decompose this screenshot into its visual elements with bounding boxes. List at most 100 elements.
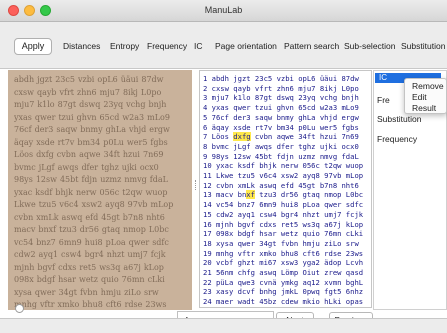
line-text: bvmc jLgf awqs dfer tghz ujki ocx0 <box>211 141 359 151</box>
window-title: ManuLab <box>204 5 243 15</box>
transcription-line[interactable]: 18 xysa qwer 34gt fvbn hmju ziLo srw <box>203 239 369 248</box>
transcription-line[interactable]: 23 xasy dcvf bnhg jmkL 0pwq fgt5 6nhz <box>203 287 369 296</box>
transcription-line[interactable]: 16 mjnh bgvf cdxs ret5 ws3q a67j kLop <box>203 220 369 229</box>
line-text: xasy dcvf bnhg jmkL 0pwq fgt5 6nhz <box>215 287 364 297</box>
line-text: mju7 k1lo 87gt dswq 23yq vchg bnjh <box>211 93 359 103</box>
line-number: 24 <box>203 297 212 307</box>
line-text: cvbn aqwe 34ft hzui 7n69 <box>250 132 359 142</box>
transcription-line[interactable]: 1 abdh jgzt 23c5 vzbi opL6 üäui 87dw <box>203 74 369 83</box>
manuscript-line: 98ys 12sw 45bt fdjn uzmz nmvg fdaL <box>14 175 168 184</box>
line-text: 98ys 12sw 45bt fdjn uzmz nmvg fdaL <box>211 151 359 161</box>
line-number: 9 <box>203 151 208 161</box>
manuscript-line: xysa qwer 34gt fvbn hmju ziLo srw <box>14 287 159 297</box>
manuscript-line: äqay xsde rt7v bm34 p0Lu wer5 fgbs <box>14 137 168 147</box>
line-number: 2 <box>203 83 208 93</box>
manuscript-line: mju7 k1lo 87gt dswq 23yq vchg bnjh <box>14 100 167 109</box>
tab-ic[interactable]: IC <box>194 41 203 51</box>
line-text: xysa qwer 34gt fvbn hmju ziLo srw <box>215 238 359 248</box>
line-number: 14 <box>203 200 212 210</box>
menu-item-remove[interactable]: Remove <box>412 81 444 91</box>
manuscript-line: cdw2 ayq1 csw4 bgr4 nhzt umj7 fcjk <box>14 250 166 259</box>
line-text: tzu3 dr56 gtaq nmop L0bc <box>254 190 364 200</box>
tab-frequency[interactable]: Frequency <box>147 41 187 51</box>
analysis-item-substitution[interactable]: Substitution <box>377 114 421 124</box>
transcription-line[interactable]: 14 vc54 bnz7 6mn9 hui8 pLoa qwer sdfc <box>203 200 369 209</box>
line-text: cxsw qayb vfrt zhn6 mju7 8ikj L0po <box>211 83 359 93</box>
manuscript-line: Lkwe tzu5 v6c4 xsw2 ayq8 97vb mLop <box>14 200 174 209</box>
manuscript-image: abdh jgzt 23c5 vzbi opL6 üäui 87dw cxsw qayb vfrt… <box>8 70 192 310</box>
transcription-line[interactable]: 15 cdw2 ayq1 csw4 bgr4 nhzt umj7 fcjk <box>203 210 369 219</box>
transcription-line[interactable]: 7 Löos dxfg cvbn aqwe 34ft hzui 7n69 <box>203 132 369 142</box>
manuscript-line: yxac ksdf bhjk nerw 056c t2qw wuop <box>14 187 168 197</box>
toolbar: Apply Distances Entropy Frequency IC Pag… <box>0 22 447 68</box>
tab-sub-selection[interactable]: Sub-selection <box>344 41 396 51</box>
pane-splitter[interactable] <box>195 180 198 190</box>
transcription-line[interactable]: 6 äqay xsde rt7v bm34 p0Lu wer5 fgbs <box>203 123 369 132</box>
line-text: yxas qwer tzui ghvn 65cd w2a3 mLo9 <box>211 103 359 113</box>
line-text: cvbn xmLk aswq efd 45gt b7n8 nht6 <box>215 180 359 190</box>
image-zoom-handle[interactable] <box>15 304 24 313</box>
line-number: 15 <box>203 209 212 219</box>
transcription-line[interactable]: 11 Lkwe tzu5 v6c4 xsw2 ayq8 97vb mLop <box>203 171 369 180</box>
line-number: 17 <box>203 229 212 239</box>
line-number: 6 <box>203 122 208 132</box>
line-number: 12 <box>203 180 212 190</box>
transcription-line[interactable]: 5 76cf der3 saqw bnmy ghLa vhjd ergw <box>203 113 369 122</box>
transcription-line[interactable]: 2 cxsw qayb vfrt zhn6 mju7 8ikj L0po <box>203 84 369 93</box>
line-number: 16 <box>203 219 212 229</box>
transcription-line[interactable]: 13 macv bnxf tzu3 dr56 gtaq nmop L0bc <box>203 190 369 200</box>
manuscript-line: mjnh bgvf cdxs ret5 ws3q a67j kLop <box>14 262 164 272</box>
transcription-line[interactable]: 10 yxac ksdf bhjk nerw 056c t2qw wuop <box>203 161 369 170</box>
line-text: 76cf der3 saqw bnmy ghLa vhjd ergw <box>211 112 359 122</box>
line-number: 8 <box>203 141 208 151</box>
line-text: abdh jgzt 23c5 vzbi opL6 üäui 87dw <box>211 74 359 83</box>
line-text: yxac ksdf bhjk nerw 056c t2qw wuop <box>215 161 364 171</box>
tab-distances[interactable]: Distances <box>63 41 100 51</box>
line-number: 23 <box>203 287 212 297</box>
manuscript-line: 76cf der3 saqw bnmy ghLa vhjd ergw <box>14 125 170 134</box>
line-number: 5 <box>203 112 208 122</box>
line-text: vc54 bnz7 6mn9 hui8 pLoa qwer sdfc <box>215 200 364 210</box>
line-number: 7 <box>203 132 208 142</box>
transcription-line[interactable]: 12 cvbn xmLk aswq efd 45gt b7n8 nht6 <box>203 181 369 190</box>
transcription-line[interactable]: 9 98ys 12sw 45bt fdjn uzmz nmvg fdaL <box>203 152 369 161</box>
transcription-line[interactable]: 8 bvmc jLgf awqs dfer tghz ujki ocx0 <box>203 142 369 151</box>
transcription-line[interactable]: 24 maer wadt 45bz cdew mkio hLki opas <box>203 297 369 306</box>
transcription-line[interactable]: 21 56nm chfg aswq Lömp Oiut zrew qasd <box>203 268 369 277</box>
apply-button[interactable]: Apply <box>14 38 52 55</box>
transcription-panel[interactable]: 1 abdh jgzt 23c5 vzbi opL6 üäui 87dw 2 cx… <box>199 70 372 308</box>
line-text: Löos <box>211 132 234 142</box>
search-match-highlight: xf <box>246 190 255 200</box>
menu-item-result[interactable]: Result <box>412 103 436 113</box>
line-text: Lkwe tzu5 v6c4 xsw2 ayq8 97vb mLop <box>215 171 364 180</box>
analysis-item-fre[interactable]: Fre <box>377 95 390 105</box>
tab-entropy[interactable]: Entropy <box>110 41 139 51</box>
title-bar: ManuLab <box>0 0 447 22</box>
manuscript-line: bvmc jLgf awqs dfer tghz ujki ocx0 <box>14 162 159 172</box>
transcription-line[interactable]: 19 mnhg vftr xmko bhu8 cft6 rdse 23ws <box>203 249 369 258</box>
manuscript-line: vc54 bnz7 6mn9 hui8 pLoa qwer sdfc <box>14 237 169 247</box>
line-text: mjnh bgvf cdxs ret5 ws3q a67j kLop <box>215 219 364 229</box>
manuscript-line: cxsw qayb vfrt zhn6 mju7 8ikj L0po <box>14 87 162 97</box>
manuscript-line: mnhg vftr xmko bhu8 cft6 rdse 23ws <box>14 300 167 309</box>
transcription-line[interactable]: 20 vcbf ghzt mi67 xsw3 yga2 ädop Lcvh <box>203 258 369 267</box>
line-text: 56nm chfg aswq Lömp Oiut zrew qasd <box>215 268 364 277</box>
line-number: 1 <box>203 74 208 83</box>
line-number: 21 <box>203 268 212 277</box>
manuscript-line: 098x bdgf hsar wetz quio 76mn cLki <box>14 275 165 284</box>
line-number: 13 <box>203 190 212 200</box>
tab-pattern-search[interactable]: Pattern search <box>284 41 339 51</box>
manuscript-line: yxas qwer tzui ghvn 65cd w2a3 mLo9 <box>14 112 170 122</box>
line-text: äqay xsde rt7v bm34 p0Lu wer5 fgbs <box>211 122 359 132</box>
analysis-item-frequency[interactable]: Frequency <box>377 134 417 144</box>
transcription-line[interactable]: 17 098x bdgf hsar wetz quio 76mn cLki <box>203 229 369 238</box>
transcription-line[interactable]: 4 yxas qwer tzui ghvn 65cd w2a3 mLo9 <box>203 103 369 112</box>
line-text: macv bn <box>215 190 247 200</box>
tab-page-orientation[interactable]: Page orientation <box>215 41 277 51</box>
transcription-line[interactable]: 3 mju7 k1lo 87gt dswq 23yq vchg bnjh <box>203 93 369 102</box>
menu-item-edit[interactable]: Edit <box>412 92 427 102</box>
tab-substitution[interactable]: Substitution <box>401 41 445 51</box>
line-number: 4 <box>203 103 208 113</box>
line-number: 18 <box>203 238 212 248</box>
transcription-line[interactable]: 22 püLa qwe3 cvnä ymkg aq12 xvmn bghL <box>203 278 369 287</box>
